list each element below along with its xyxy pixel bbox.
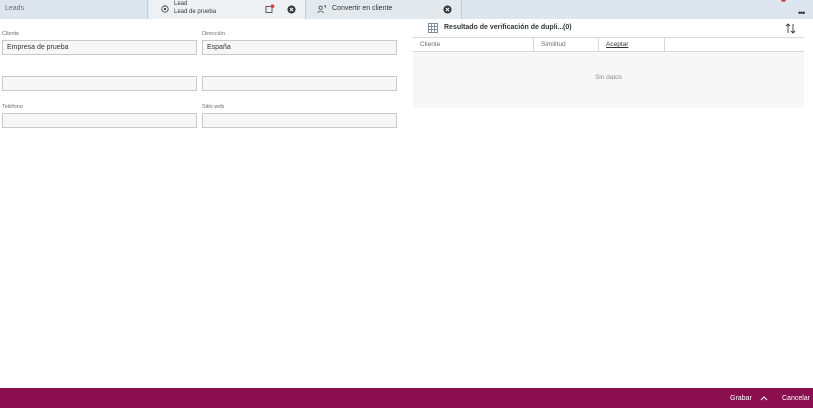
direccion-label: Dirección [202,31,225,37]
chevron-up-icon[interactable] [760,395,768,401]
duplicates-table: Cliente Similitud Aceptar Sin datos [413,37,804,108]
save-button[interactable]: Grabar [730,395,752,402]
tab-convert-label: Convertir en cliente [332,5,393,12]
duplicates-table-header: Cliente Similitud Aceptar [413,37,804,52]
footer-bar: Grabar Cancelar [0,388,813,408]
duplicates-count: (0) [563,24,572,31]
tab-strip: Leads Lead Lead de prueba Convertir en c… [0,0,813,19]
column-similitud[interactable]: Similitud [534,38,599,52]
overflow-menu-icon[interactable]: ••• [798,9,806,18]
lead-icon [161,5,169,13]
tab-convert[interactable]: Convertir en cliente [307,0,462,19]
tab-leads[interactable]: Leads [0,0,148,19]
telefono-field[interactable] [2,113,197,128]
close-convert-tab-icon[interactable] [443,5,452,14]
address-line-left-field[interactable] [2,76,197,91]
duplicates-title: Resultado de verificación de dupli... [444,24,564,31]
note-with-notification-icon[interactable] [265,4,275,14]
close-lead-tab-icon[interactable] [287,5,296,14]
tab-lead-type: Lead [174,1,188,7]
tab-lead[interactable]: Lead Lead de prueba [149,0,306,19]
sitio-web-label: Sitio web [202,104,225,110]
tab-leads-label: Leads [5,5,25,12]
cliente-field[interactable]: Empresa de prueba [2,40,197,55]
cliente-label: Cliente [2,31,20,37]
sort-icon[interactable] [785,23,796,34]
telefono-label: Teléfono [2,104,23,110]
address-line-right-field[interactable] [202,76,397,91]
cancel-button[interactable]: Cancelar [782,395,810,402]
sitio-web-field[interactable] [202,113,397,128]
no-data-text: Sin datos [594,74,623,81]
direccion-field[interactable]: España [202,40,397,55]
tab-lead-name: Lead de prueba [174,9,217,15]
notification-dot [781,0,786,2]
column-aceptar[interactable]: Aceptar [599,38,665,52]
convert-person-icon [317,5,326,14]
grid-icon [428,23,438,33]
column-cliente[interactable]: Cliente [413,38,534,52]
